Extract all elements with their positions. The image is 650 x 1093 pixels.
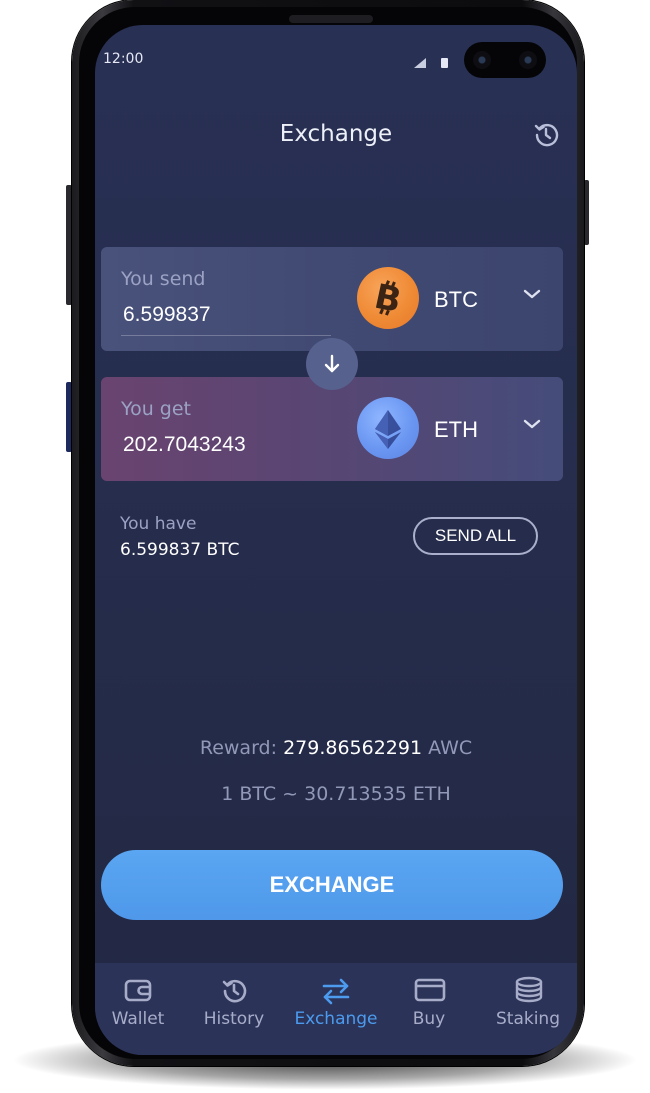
credit-card-icon: [414, 978, 446, 1002]
nav-label-exchange: Exchange: [294, 1009, 378, 1029]
coin-stack-icon: [515, 976, 543, 1003]
send-card[interactable]: You send 6.599837 B BTC: [101, 247, 563, 351]
get-label: You get: [121, 398, 191, 420]
reward-unit: AWC: [428, 737, 473, 759]
earpiece-speaker: [289, 15, 373, 23]
status-time: 12:00: [103, 51, 144, 67]
chevron-down-icon[interactable]: [523, 418, 541, 430]
history-icon: [222, 979, 247, 1003]
nav-label-history: History: [203, 1009, 265, 1029]
swap-button[interactable]: [306, 338, 358, 390]
reward-label: Reward:: [199, 737, 278, 759]
input-underline: [121, 335, 331, 336]
nav-label-buy: Buy: [412, 1009, 446, 1029]
chevron-down-icon[interactable]: [523, 288, 541, 300]
history-icon[interactable]: [531, 120, 561, 150]
get-amount-field[interactable]: 202.7043243: [123, 433, 246, 457]
front-camera-icon: [519, 51, 537, 69]
exchange-button[interactable]: EXCHANGE: [101, 850, 563, 920]
get-currency: ETH: [434, 417, 478, 442]
power-button: [584, 180, 589, 245]
send-amount-input[interactable]: 6.599837: [123, 303, 211, 327]
page-title: Exchange: [279, 121, 393, 147]
nav-item-wallet[interactable]: Wallet: [95, 963, 186, 1043]
phone-bezel: 12:00 Exchange You send 6.599837 B BTC Y…: [79, 7, 577, 1059]
get-card[interactable]: You get 202.7043243 ETH: [101, 377, 563, 481]
battery-icon: [441, 58, 448, 68]
nav-item-buy[interactable]: Buy: [381, 963, 477, 1043]
nav-item-history[interactable]: History: [186, 963, 282, 1043]
send-currency: BTC: [434, 287, 478, 312]
phone-frame: 12:00 Exchange You send 6.599837 B BTC Y…: [72, 0, 584, 1066]
app-screen: 12:00 Exchange You send 6.599837 B BTC Y…: [95, 25, 577, 1055]
exchange-rate: 1 BTC ~ 30.713535 ETH: [221, 783, 451, 805]
front-camera-icon: [473, 51, 491, 69]
exchange-arrows-icon: [322, 978, 350, 1005]
arrow-down-icon: [324, 354, 340, 373]
bottom-nav: Wallet History Exchange Buy Staking: [95, 963, 577, 1055]
balance-value: 6.599837 BTC: [120, 540, 240, 560]
reward-amount: 279.86562291: [283, 737, 423, 759]
ethereum-icon: [357, 397, 419, 459]
nav-label-staking: Staking: [495, 1009, 560, 1029]
nav-item-staking[interactable]: Staking: [480, 963, 576, 1043]
camera-cutout: [464, 42, 546, 78]
reward-line: Reward: 279.86562291 AWC: [95, 737, 577, 759]
send-label: You send: [121, 268, 206, 290]
balance-label: You have: [120, 514, 197, 534]
send-all-button[interactable]: SEND ALL: [413, 517, 538, 555]
bitcoin-icon: B: [357, 267, 419, 329]
wallet-icon: [124, 979, 152, 1002]
nav-label-wallet: Wallet: [111, 1009, 165, 1029]
nav-item-exchange[interactable]: Exchange: [288, 963, 384, 1043]
signal-icon: [414, 58, 426, 68]
